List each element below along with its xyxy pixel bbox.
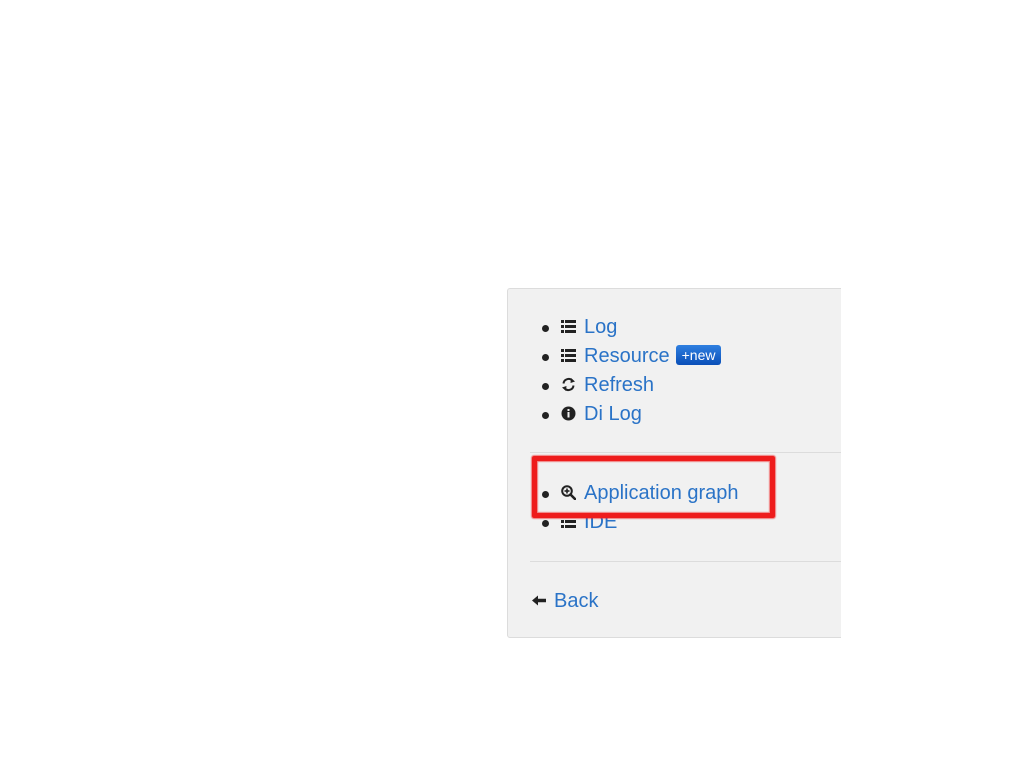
back-label[interactable]: Back <box>554 587 598 615</box>
list-icon <box>561 514 576 529</box>
menu-link-refresh[interactable]: Refresh <box>584 371 654 400</box>
page: Log Resource +new Refresh Di Log Applica… <box>0 0 1024 768</box>
bullet <box>542 383 549 390</box>
refresh-icon <box>561 377 576 392</box>
info-icon <box>561 406 576 421</box>
menu-link-resource-wrapper: Resource +new <box>584 342 722 371</box>
bullet <box>542 520 549 527</box>
list-icon <box>561 319 576 334</box>
new-badge[interactable]: +new <box>675 345 722 365</box>
menu-link-resource[interactable]: Resource <box>584 345 670 367</box>
menu-divider <box>530 452 841 453</box>
zoom-in-icon <box>561 485 576 500</box>
bullet <box>542 412 549 419</box>
bullet <box>542 354 549 361</box>
menu-divider <box>530 561 841 562</box>
menu-link-ide[interactable]: IDE <box>584 508 617 537</box>
sidebar-panel: Log Resource +new Refresh Di Log Applica… <box>507 288 841 638</box>
arrow-left-icon <box>532 593 547 608</box>
menu-link-di-log[interactable]: Di Log <box>584 400 642 429</box>
menu-link-log[interactable]: Log <box>584 313 617 342</box>
list-icon <box>561 348 576 363</box>
bullet <box>542 325 549 332</box>
bullet <box>542 491 549 498</box>
menu-link-application-graph[interactable]: Application graph <box>584 479 739 508</box>
